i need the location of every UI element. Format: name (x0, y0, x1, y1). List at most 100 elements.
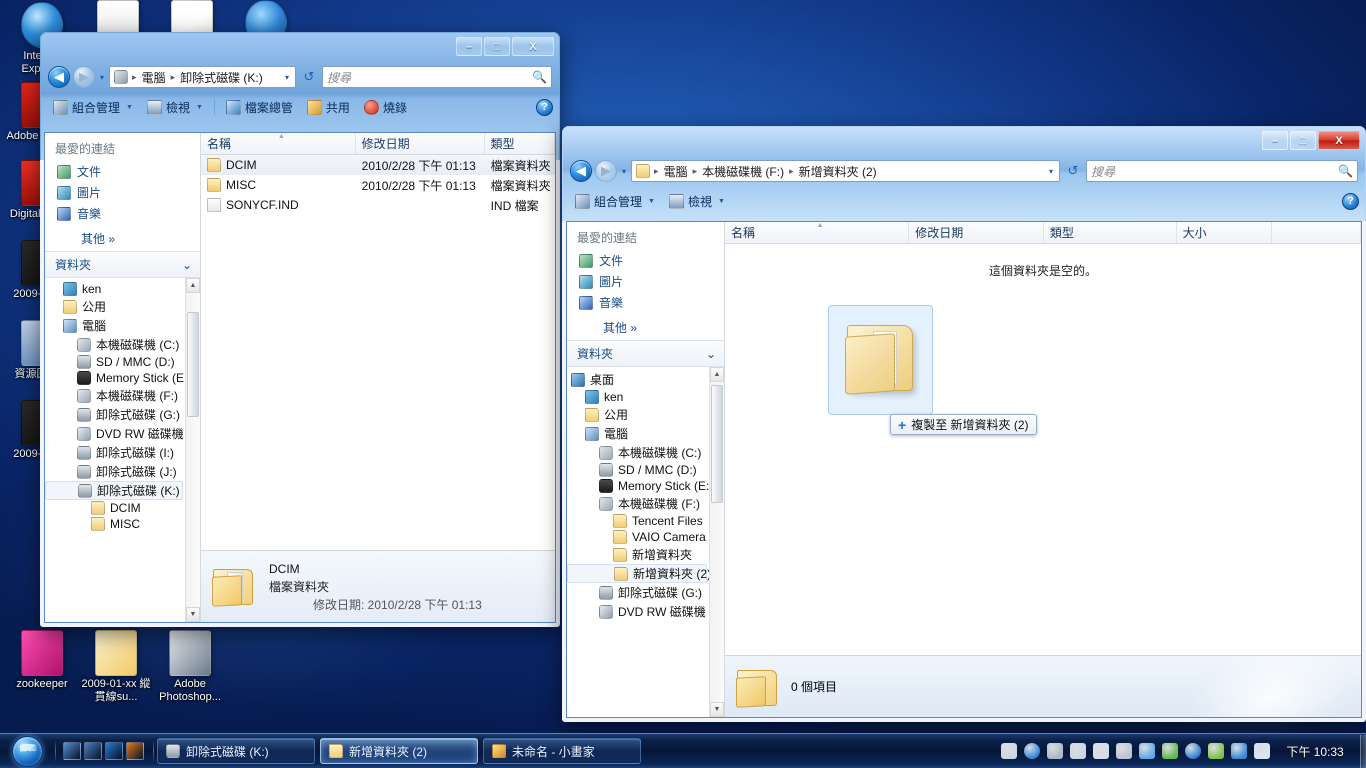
scroll-down-arrow-icon[interactable]: ▼ (186, 607, 200, 622)
refresh-icon[interactable]: ↺ (1063, 161, 1083, 181)
window1-titlebar[interactable]: – □ X (41, 33, 559, 61)
mouse-icon[interactable] (1093, 743, 1109, 759)
quick-launch-bar[interactable] (59, 742, 150, 760)
chevron-down-icon[interactable]: ⌄ (182, 258, 192, 272)
favorite-links-list[interactable]: 文件 圖片 音樂 (567, 250, 724, 317)
taskbar-task-button[interactable]: 卸除式磁碟 (K:) (157, 738, 315, 764)
window2-search-box[interactable]: 搜尋 🔍 (1086, 160, 1358, 182)
volume-icon[interactable] (1254, 743, 1270, 759)
favorite-links-list[interactable]: 文件 圖片 音樂 (45, 161, 200, 228)
scrollbar-thumb[interactable] (187, 312, 199, 417)
column-header[interactable]: 類型 (1044, 222, 1177, 243)
tree-node[interactable]: 新增資料夾 (2) (567, 564, 711, 583)
tree-node[interactable]: SD / MMC (D:) (45, 354, 183, 370)
tree-scrollbar[interactable]: ▲ ▼ (709, 367, 724, 717)
forward-button[interactable]: ▶ (73, 66, 95, 88)
folders-section-header[interactable]: 資料夾 ⌄ (567, 340, 724, 367)
network-icon[interactable] (1231, 743, 1247, 759)
scroll-down-arrow-icon[interactable]: ▼ (710, 702, 724, 717)
tree-node[interactable]: ken (567, 389, 707, 405)
minimize-button[interactable]: – (456, 37, 482, 56)
breadcrumb-item[interactable]: 電腦 (139, 68, 169, 87)
chevron-left-icon[interactable] (1070, 743, 1086, 759)
scroll-up-arrow-icon[interactable]: ▲ (710, 367, 724, 382)
keyboard-icon[interactable] (1001, 743, 1017, 759)
system-tray[interactable] (991, 743, 1274, 759)
tree-node[interactable]: DCIM (45, 500, 183, 516)
toolbar-button-organize[interactable]: 組合管理 ▼ (569, 191, 661, 212)
toolbar-button-views[interactable]: 檢視 ▼ (663, 191, 731, 212)
tree-scrollbar[interactable]: ▲ ▼ (185, 278, 200, 622)
tree-node[interactable]: 卸除式磁碟 (J:) (45, 462, 183, 481)
recent-pages-caret-icon[interactable]: ▾ (98, 73, 106, 82)
favorite-link-music[interactable]: 音樂 (45, 203, 200, 224)
tree-node[interactable]: 卸除式磁碟 (G:) (567, 583, 707, 602)
touchpad-icon[interactable] (1116, 743, 1132, 759)
taskbar-task-button[interactable]: 新增資料夾 (2) (320, 738, 478, 764)
help-button[interactable]: ? (536, 98, 553, 116)
forward-button[interactable]: ▶ (595, 160, 617, 182)
chevron-down-icon[interactable]: ▾ (1045, 167, 1057, 176)
tree-node[interactable]: DVD RW 磁碟機 (H (567, 602, 722, 621)
maximize-button[interactable]: □ (484, 37, 510, 56)
file-name-cell[interactable]: SONYCF.IND (201, 198, 356, 212)
sync-icon[interactable] (1139, 743, 1155, 759)
tree-node[interactable]: ken (45, 281, 183, 297)
clock[interactable]: 下午 10:33 (1274, 743, 1360, 760)
column-header[interactable]: ▲ 名稱 (201, 133, 356, 154)
window1-address-bar[interactable]: ▸ 電腦 ▸ 卸除式磁碟 (K:) ▾ (109, 66, 296, 88)
tree-node[interactable]: 卸除式磁碟 (G:) (45, 405, 183, 424)
window2-toolbar[interactable]: 組合管理 ▼ 檢視 ▼? (563, 187, 1365, 215)
toolbar-button-explorer[interactable]: 檔案總管 (220, 97, 299, 118)
favorite-link-pictures[interactable]: 圖片 (567, 271, 724, 292)
folder-tree[interactable]: 桌面 ken 公用 電腦 本機磁碟機 (C:) SD / MMC (D:) Memory S… (567, 367, 724, 621)
back-button[interactable]: ◀ (48, 66, 70, 88)
chevron-down-icon[interactable]: ▼ (648, 198, 655, 205)
refresh-icon[interactable]: ↺ (299, 67, 319, 87)
table-row[interactable]: SONYCF.IND IND 檔案 (201, 195, 555, 215)
file-name-cell[interactable]: MISC (201, 178, 356, 192)
breadcrumb-item[interactable]: 新增資料夾 (2) (796, 162, 880, 181)
breadcrumb[interactable]: ▸ 電腦 ▸ 本機磁碟機 (F:) ▸ 新增資料夾 (2) (636, 162, 1045, 181)
tree-node[interactable]: DVD RW 磁碟機 (H:) (45, 424, 200, 443)
favorite-link-music[interactable]: 音樂 (567, 292, 724, 313)
tree-node[interactable]: 電腦 (567, 424, 707, 443)
taskbar[interactable]: 卸除式磁碟 (K:) 新增資料夾 (2) 未命名 - 小畫家 下午 10:33 (0, 733, 1366, 768)
toolbar-button-burn[interactable]: 燒錄 (358, 97, 413, 118)
chevron-down-icon[interactable]: ▼ (718, 198, 725, 205)
desktop-icon-photoshop-camera[interactable]: Adobe Photoshop... (152, 630, 228, 704)
tree-node[interactable]: 本機磁碟機 (F:) (567, 494, 707, 513)
column-header[interactable] (1272, 222, 1361, 243)
window2-address-bar[interactable]: ▸ 電腦 ▸ 本機磁碟機 (F:) ▸ 新增資料夾 (2) ▾ (631, 160, 1060, 182)
desktop-icon-folder[interactable]: 2009-01-xx 縱貫線su... (78, 630, 154, 704)
favorites-more-link[interactable]: 其他 » (45, 228, 200, 251)
tree-node[interactable]: 電腦 (45, 316, 183, 335)
minimize-button[interactable]: – (1262, 131, 1288, 150)
scrollbar-thumb[interactable] (711, 385, 723, 503)
toolbar-button-share[interactable]: 共用 (301, 97, 356, 118)
column-header[interactable]: 修改日期 (909, 222, 1044, 243)
start-button[interactable] (2, 735, 52, 768)
help-icon[interactable] (1024, 743, 1040, 759)
tree-node[interactable]: MISC (45, 516, 183, 532)
close-button[interactable]: X (512, 37, 554, 56)
flip3d-icon[interactable] (84, 742, 102, 760)
favorite-link-documents[interactable]: 文件 (45, 161, 200, 182)
media-player-icon[interactable] (126, 742, 144, 760)
window1-column-headers[interactable]: ▲ 名稱 修改日期 類型 (201, 133, 555, 155)
tree-node[interactable]: Tencent Files (567, 513, 707, 529)
column-header[interactable]: 大小 (1177, 222, 1272, 243)
favorites-more-link[interactable]: 其他 » (567, 317, 724, 340)
taskbar-task-button[interactable]: 未命名 - 小畫家 (483, 738, 641, 764)
window1-file-rows[interactable]: DCIM 2010/2/28 下午 01:13 檔案資料夾 MISC 2010/2/28… (201, 155, 555, 550)
window2-file-rows[interactable]: 這個資料夾是空的。 (725, 244, 1361, 655)
favorite-link-pictures[interactable]: 圖片 (45, 182, 200, 203)
breadcrumb-item[interactable]: 卸除式磁碟 (K:) (177, 68, 266, 87)
column-header[interactable]: ▲ 名稱 (725, 222, 910, 243)
folders-section-header[interactable]: 資料夾 ⌄ (45, 251, 200, 278)
tree-node[interactable]: Memory Stick (E:) (567, 478, 713, 494)
internet-explorer-icon[interactable] (105, 742, 123, 760)
amazon-tray-icon[interactable] (1185, 743, 1201, 759)
explorer-window-removable-disk-k[interactable]: – □ X ◀ ▶ ▾ ▸ 電腦 ▸ 卸除式磁碟 (K:) ▾ ↺ 搜尋 🔍 組… (40, 32, 560, 627)
breadcrumb-item[interactable]: 電腦 (661, 162, 691, 181)
